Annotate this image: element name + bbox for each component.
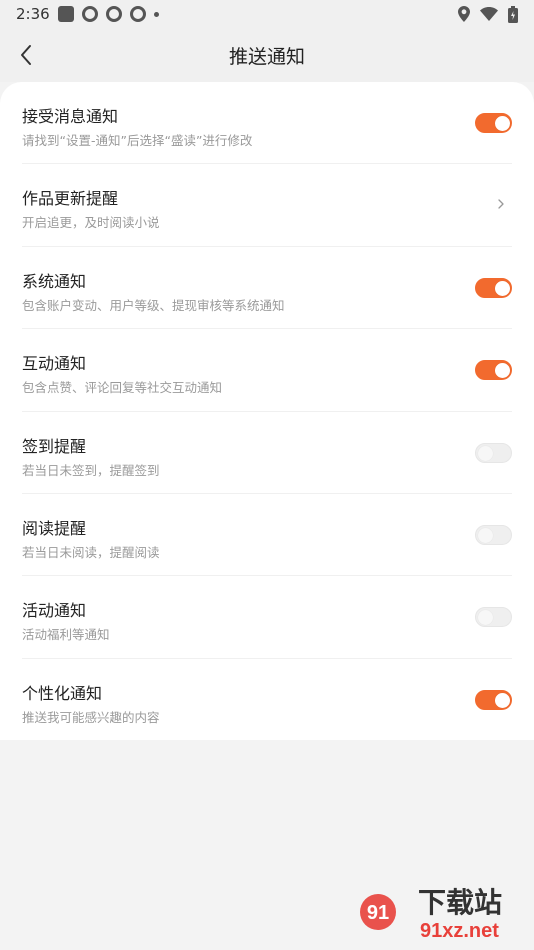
watermark-domain: 91xz.net: [420, 920, 499, 942]
setting-title: 作品更新提醒: [22, 189, 119, 209]
toggle-knob: [478, 445, 493, 461]
back-button[interactable]: [10, 39, 42, 71]
setting-row-personalized-notifications: 个性化通知 推送我可能感兴趣的内容: [22, 659, 512, 741]
battery-icon: [508, 5, 518, 23]
chevron-right-icon: [498, 199, 504, 210]
setting-title: 系统通知: [22, 271, 87, 291]
toggle-switch[interactable]: [475, 360, 512, 381]
setting-row-activity-notifications: 活动通知 活动福利等通知: [22, 576, 512, 659]
settings-card: 接受消息通知 请找到“设置-通知”后选择“盛读”进行修改 作品更新提醒 开启追更…: [0, 82, 534, 740]
toggle-switch[interactable]: [475, 113, 512, 133]
setting-subtitle: 包含点赞、评论回复等社交互动通知: [22, 380, 223, 396]
setting-row-interaction-notifications: 互动通知 包含点赞、评论回复等社交互动通知: [22, 329, 512, 412]
status-bar: 2:36: [0, 0, 534, 28]
sync-notification-icon: [129, 6, 146, 22]
setting-subtitle: 包含账户变动、用户等级、提现审核等系统通知: [22, 297, 285, 313]
toggle-switch[interactable]: [475, 689, 512, 710]
back-arrow-icon: [21, 45, 31, 65]
status-left: 2:36: [16, 5, 159, 23]
toggle-switch[interactable]: [475, 277, 512, 298]
setting-subtitle: 开启追更，及时阅读小说: [22, 215, 160, 231]
setting-subtitle: 若当日未阅读，提醒阅读: [22, 544, 160, 560]
setting-row-system-notifications: 系统通知 包含账户变动、用户等级、提现审核等系统通知: [22, 247, 512, 330]
toggle-knob: [495, 280, 510, 296]
setting-title: 活动通知: [22, 601, 87, 621]
setting-row-reading-reminder: 阅读提醒 若当日未阅读，提醒阅读: [22, 494, 512, 577]
toggle-knob: [495, 363, 510, 379]
setting-subtitle: 请找到“设置-通知”后选择“盛读”进行修改: [22, 133, 253, 148]
page-title: 推送通知: [228, 45, 305, 68]
setting-subtitle: 推送我可能感兴趣的内容: [22, 709, 160, 725]
toggle-switch[interactable]: [475, 524, 512, 545]
toggle-switch[interactable]: [475, 607, 512, 628]
watermark-logo: 91 下载站 91xz.net: [360, 886, 502, 942]
setting-subtitle: 活动福利等通知: [22, 627, 110, 643]
setting-row-work-update-reminder[interactable]: 作品更新提醒 开启追更，及时阅读小说: [22, 164, 512, 247]
setting-subtitle: 若当日未签到，提醒签到: [22, 462, 160, 478]
sync-notification-icon: [81, 6, 98, 22]
status-right: [458, 5, 518, 23]
toggle-knob: [495, 116, 510, 131]
setting-title: 签到提醒: [22, 436, 87, 456]
watermark-logo-text: 91: [367, 902, 389, 924]
status-time: 2:36: [16, 5, 50, 23]
location-icon: [458, 6, 470, 22]
toggle-knob: [478, 527, 493, 543]
app-notification-icon: [57, 6, 74, 22]
toggle-knob: [478, 610, 493, 626]
setting-row-checkin-reminder: 签到提醒 若当日未签到，提醒签到: [22, 412, 512, 494]
setting-title: 接受消息通知: [22, 107, 119, 126]
toggle-knob: [495, 692, 510, 708]
setting-title: 阅读提醒: [22, 518, 87, 538]
setting-row-message-notifications: 接受消息通知 请找到“设置-通知”后选择“盛读”进行修改: [22, 82, 512, 165]
watermark-brand: 下载站: [418, 886, 502, 919]
header: 推送通知: [0, 28, 534, 82]
more-notifications-icon: [153, 11, 159, 17]
setting-title: 个性化通知: [22, 683, 103, 703]
toggle-switch[interactable]: [475, 442, 512, 463]
wifi-icon: [480, 7, 498, 21]
sync-notification-icon: [105, 6, 122, 22]
setting-title: 互动通知: [22, 354, 87, 374]
